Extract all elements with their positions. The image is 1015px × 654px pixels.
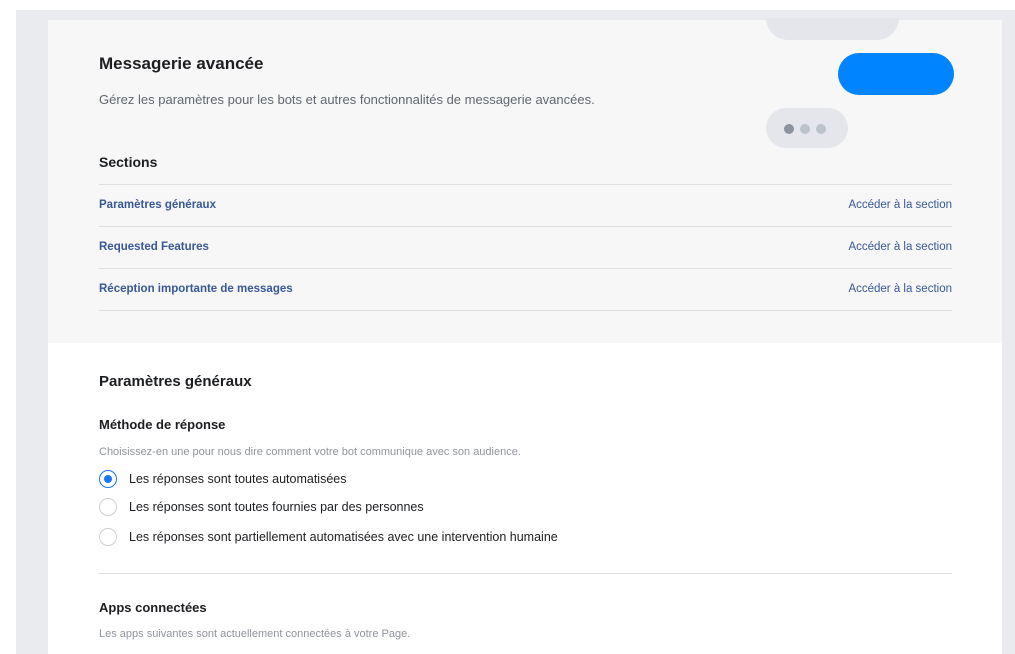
connected-apps-description: Les apps suivantes sont actuellement con… bbox=[99, 628, 411, 640]
typing-indicator-illustration bbox=[766, 108, 848, 148]
section-row-general: Paramètres généraux Accéder à la section bbox=[99, 184, 952, 226]
section-row-message-reception: Réception importante de messages Accéder… bbox=[99, 268, 952, 311]
radio-label: Les réponses sont toutes fournies par de… bbox=[129, 500, 424, 514]
section-divider bbox=[99, 573, 952, 574]
response-method-description: Choisissez-en une pour nous dire comment… bbox=[99, 446, 521, 458]
goto-section-general-link[interactable]: Accéder à la section bbox=[848, 199, 952, 211]
chat-bubble-illustration-top bbox=[766, 18, 899, 40]
chat-bubble-illustration-blue bbox=[838, 53, 954, 95]
section-link-requested-features[interactable]: Requested Features bbox=[99, 241, 209, 253]
section-row-requested-features: Requested Features Accéder à la section bbox=[99, 226, 952, 268]
goto-section-requested-features-link[interactable]: Accéder à la section bbox=[848, 241, 952, 253]
radio-button-selected[interactable] bbox=[99, 470, 117, 488]
response-method-heading: Méthode de réponse bbox=[99, 417, 226, 432]
radio-button[interactable] bbox=[99, 498, 117, 516]
general-settings-heading: Paramètres généraux bbox=[99, 373, 252, 390]
typing-dot bbox=[784, 124, 794, 134]
sections-heading: Sections bbox=[99, 154, 158, 170]
radio-button[interactable] bbox=[99, 528, 117, 546]
radio-label: Les réponses sont partiellement automati… bbox=[129, 530, 558, 544]
section-link-message-reception[interactable]: Réception importante de messages bbox=[99, 283, 293, 295]
goto-section-message-reception-link[interactable]: Accéder à la section bbox=[848, 283, 952, 295]
section-link-general[interactable]: Paramètres généraux bbox=[99, 199, 216, 211]
radio-label: Les réponses sont toutes automatisées bbox=[129, 472, 347, 486]
page-title: Messagerie avancée bbox=[99, 54, 264, 73]
connected-apps-heading: Apps connectées bbox=[99, 600, 207, 615]
typing-dot bbox=[816, 124, 826, 134]
typing-dot bbox=[800, 124, 810, 134]
page-description: Gérez les paramètres pour les bots et au… bbox=[99, 92, 595, 107]
